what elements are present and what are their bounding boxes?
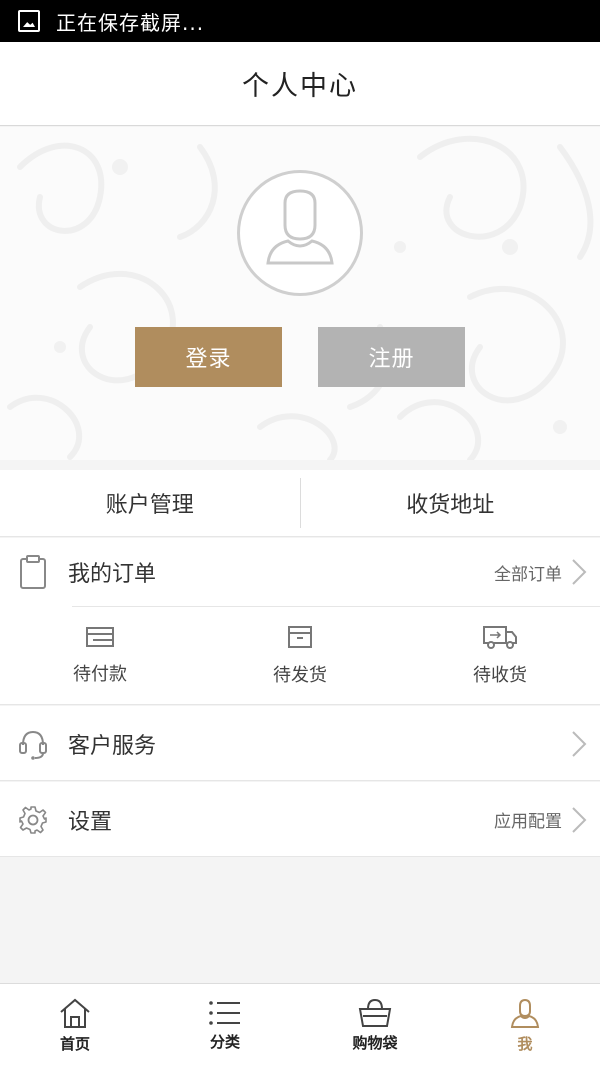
tab-category[interactable]: 分类 xyxy=(150,984,300,1067)
tab-home[interactable]: 首页 xyxy=(0,984,150,1067)
pending-payment-button[interactable]: 待付款 xyxy=(0,607,200,705)
customer-service-label: 客户服务 xyxy=(68,733,157,759)
pending-receipt-label: 待收货 xyxy=(473,665,527,686)
pending-shipment-label: 待发货 xyxy=(273,665,327,686)
user-avatar-icon xyxy=(266,189,334,265)
tab-bag-label: 购物袋 xyxy=(352,1034,398,1052)
tab-me-label: 我 xyxy=(517,1035,533,1053)
truck-icon xyxy=(483,626,517,649)
settings-row[interactable]: 设置 应用配置 xyxy=(0,782,600,857)
my-orders-row[interactable]: 我的订单 全部订单 xyxy=(0,538,600,606)
clipboard-icon xyxy=(18,554,48,590)
header: 个人中心 xyxy=(0,42,600,126)
all-orders-link[interactable]: 全部订单 xyxy=(494,560,562,585)
tab-me[interactable]: 我 xyxy=(450,984,600,1067)
register-button[interactable]: 注册 xyxy=(318,327,465,387)
customer-service-section: 客户服务 xyxy=(0,706,600,781)
bag-icon xyxy=(358,998,392,1027)
tab-category-label: 分类 xyxy=(209,1033,240,1051)
settings-label: 设置 xyxy=(68,809,113,835)
status-text: 正在保存截屏... xyxy=(56,10,205,35)
app-config-label: 应用配置 xyxy=(494,812,562,832)
login-button[interactable]: 登录 xyxy=(135,327,282,387)
pending-shipment-button[interactable]: 待发货 xyxy=(200,607,400,705)
chevron-right-icon xyxy=(572,806,587,833)
account-management-button[interactable]: 账户管理 xyxy=(0,470,300,536)
screenshot-icon xyxy=(18,10,40,32)
status-bar: 正在保存截屏... xyxy=(0,0,600,42)
list-icon xyxy=(209,1001,240,1025)
home-icon xyxy=(60,998,90,1028)
profile-hero: 登录 注册 xyxy=(0,127,600,460)
chevron-right-icon xyxy=(572,730,587,757)
tab-home-label: 首页 xyxy=(59,1035,90,1053)
customer-service-row[interactable]: 客户服务 xyxy=(0,706,600,781)
headset-icon xyxy=(18,726,48,762)
wallet-icon xyxy=(86,627,114,647)
page-title: 个人中心 xyxy=(242,71,358,102)
box-icon xyxy=(288,626,312,648)
my-orders-label: 我的订单 xyxy=(68,562,157,587)
account-row: 账户管理 收货地址 xyxy=(0,470,600,537)
order-status-row: 待付款 待发货 待收货 xyxy=(0,607,600,705)
avatar[interactable] xyxy=(237,170,363,296)
gear-icon xyxy=(18,802,48,838)
user-icon xyxy=(510,998,540,1028)
bottom-tab-bar: 首页 分类 购物袋 我 xyxy=(0,983,600,1067)
my-orders-section: 我的订单 全部订单 待付款 待发货 待收货 xyxy=(0,538,600,705)
pending-receipt-button[interactable]: 待收货 xyxy=(400,607,600,705)
pending-payment-label: 待付款 xyxy=(73,664,127,685)
chevron-right-icon xyxy=(572,559,587,585)
shipping-address-button[interactable]: 收货地址 xyxy=(301,470,600,536)
tab-bag[interactable]: 购物袋 xyxy=(300,984,450,1067)
settings-section: 设置 应用配置 xyxy=(0,782,600,857)
